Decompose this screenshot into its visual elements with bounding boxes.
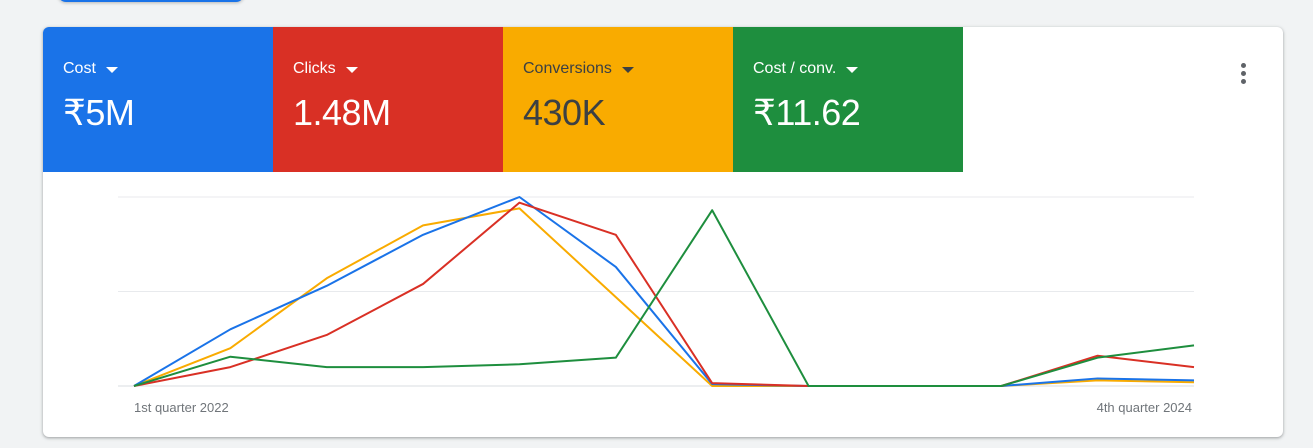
- performance-line-chart: 1st quarter 2022 4th quarter 2024: [118, 196, 1195, 415]
- chart-grid: [118, 196, 1194, 387]
- performance-card: Cost ₹5M Clicks 1.48M Conversions 430K C…: [43, 27, 1283, 437]
- top-tab-indicator[interactable]: [58, 0, 244, 2]
- series-line-cost-conv[interactable]: [133, 209, 1195, 387]
- x-axis-end-label: 4th quarter 2024: [1097, 400, 1192, 415]
- x-axis-start-label: 1st quarter 2022: [134, 400, 229, 415]
- series-line-clicks[interactable]: [133, 201, 1195, 387]
- series-line-conversions[interactable]: [133, 207, 1195, 387]
